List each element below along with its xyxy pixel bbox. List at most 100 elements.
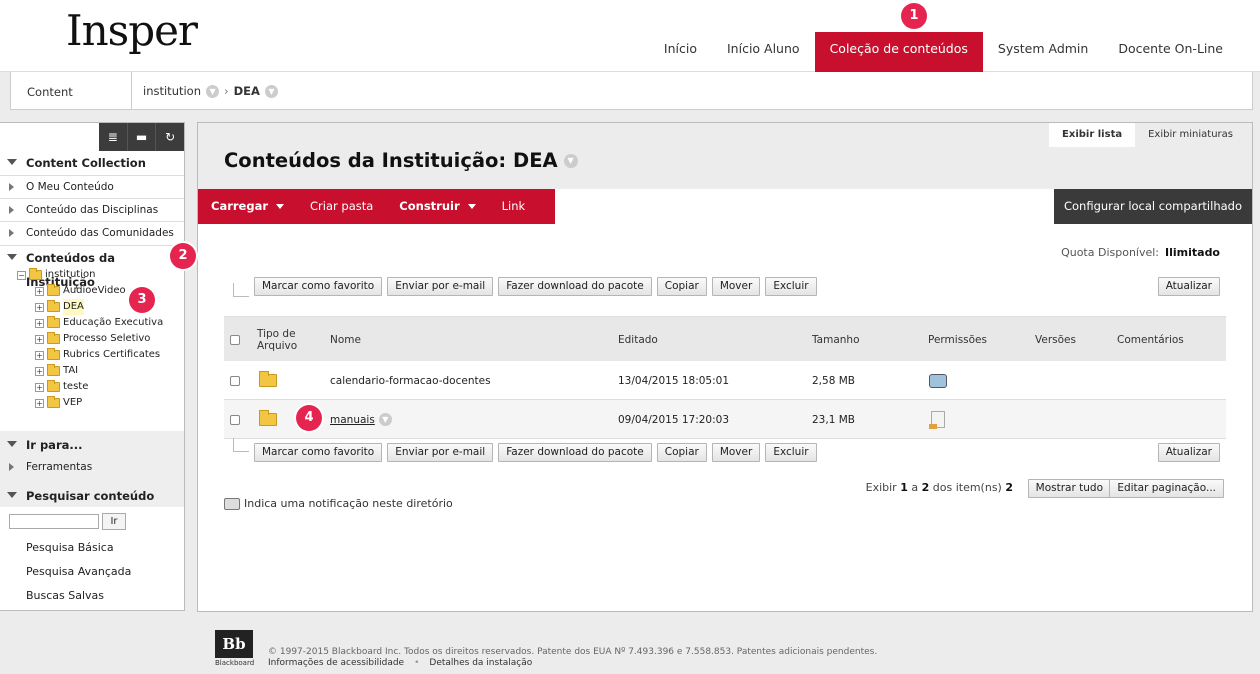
tab-inicio[interactable]: Início: [649, 32, 712, 72]
tab-inicio-aluno[interactable]: Início Aluno: [712, 32, 815, 72]
copy-button[interactable]: Copiar: [656, 277, 707, 296]
folder-icon: [47, 316, 60, 328]
expand-box-icon[interactable]: +: [35, 302, 44, 312]
link-pesquisa-basica[interactable]: Pesquisa Básica: [26, 541, 114, 554]
folder-icon: [47, 284, 60, 296]
search-go-button[interactable]: Ir: [102, 513, 126, 530]
expand-box-icon[interactable]: +: [35, 382, 44, 392]
criar-pasta-button[interactable]: Criar pasta: [297, 189, 386, 224]
expand-box-icon[interactable]: +: [35, 366, 44, 376]
permissions-icon[interactable]: [929, 373, 947, 388]
col-versoes[interactable]: Versões: [1035, 317, 1076, 362]
tab-exibir-miniaturas[interactable]: Exibir miniaturas: [1135, 123, 1246, 147]
table-header: Tipo de Arquivo Nome Editado Tamanho Per…: [224, 316, 1226, 361]
row-checkbox[interactable]: [230, 375, 240, 386]
refresh-button[interactable]: Atualizar: [1157, 443, 1220, 462]
col-tipo[interactable]: Tipo de Arquivo: [257, 317, 317, 362]
table-row: calendario-formacao-docentes 13/04/2015 …: [224, 361, 1226, 400]
quota-info: Quota Disponível: Ilimitado: [1061, 246, 1220, 259]
collapse-box-icon[interactable]: −: [17, 270, 26, 280]
carregar-menu[interactable]: Carregar: [198, 189, 297, 224]
favorite-button[interactable]: Marcar como favorito: [254, 277, 383, 296]
copyright-text: © 1997-2015 Blackboard Inc. Todos os dir…: [268, 647, 878, 657]
insper-logo[interactable]: Insper: [66, 6, 198, 55]
expand-box-icon[interactable]: +: [35, 398, 44, 408]
email-button[interactable]: Enviar por e-mail: [387, 443, 494, 462]
tree-label: Processo Seletivo: [63, 333, 151, 344]
edit-paging-button[interactable]: Editar paginação...: [1109, 479, 1224, 498]
nav-item-meu-conteudo[interactable]: O Meu Conteúdo: [0, 175, 184, 198]
section-ir-para[interactable]: Ir para...: [0, 433, 184, 457]
installation-details-link[interactable]: Detalhes da instalação: [429, 658, 532, 668]
accessibility-link[interactable]: Informações de acessibilidade: [268, 658, 404, 668]
section-instituicao[interactable]: Conteúdos da Instituição: [0, 245, 184, 289]
tree-item-audioevideo[interactable]: + AudioeVideo: [35, 283, 126, 299]
row-checkbox[interactable]: [230, 414, 240, 425]
configurar-compartilhado-button[interactable]: Configurar local compartilhado: [1054, 189, 1252, 224]
section-content-collection[interactable]: Content Collection: [0, 151, 184, 175]
nav-item-comunidades[interactable]: Conteúdo das Comunidades: [0, 221, 184, 244]
search-input[interactable]: [9, 514, 99, 529]
email-button[interactable]: Enviar por e-mail: [387, 277, 494, 296]
tab-colecao-conteudos[interactable]: Coleção de conteúdos: [814, 32, 983, 72]
col-nome[interactable]: Nome: [330, 317, 361, 362]
footer: Bb Blackboard © 1997-2015 Blackboard Inc…: [0, 616, 1260, 674]
refresh-icon[interactable]: ↻: [155, 123, 184, 151]
breadcrumb-root[interactable]: Content Collection: [11, 72, 132, 139]
refresh-button[interactable]: Atualizar: [1157, 277, 1220, 296]
tab-docente-online[interactable]: Docente On-Line: [1103, 32, 1238, 72]
tree-label: teste: [63, 381, 89, 392]
delete-button[interactable]: Excluir: [765, 277, 817, 296]
delete-button[interactable]: Excluir: [765, 443, 817, 462]
show-all-button[interactable]: Mostrar tudo: [1027, 479, 1111, 498]
construir-menu[interactable]: Construir: [386, 189, 488, 224]
tree-item-rubrics[interactable]: + Rubrics Certificates: [35, 347, 160, 363]
row-name[interactable]: calendario-formacao-docentes: [330, 361, 491, 400]
folder-icon: [47, 364, 60, 376]
paging-text: Exibir: [865, 481, 897, 494]
expand-box-icon[interactable]: +: [35, 334, 44, 344]
list-view-icon[interactable]: ≣: [99, 123, 127, 151]
col-tamanho[interactable]: Tamanho: [812, 317, 860, 362]
tab-exibir-lista[interactable]: Exibir lista: [1049, 123, 1136, 147]
tree-item-educacao-executiva[interactable]: + Educação Executiva: [35, 315, 163, 331]
permissions-icon[interactable]: [929, 411, 945, 429]
chevron-down-icon[interactable]: ▼: [206, 84, 220, 98]
select-all-checkbox[interactable]: [230, 317, 240, 362]
nav-item-disciplinas[interactable]: Conteúdo das Disciplinas: [0, 198, 184, 221]
copy-button[interactable]: Copiar: [656, 443, 707, 462]
chevron-down-icon[interactable]: ▼: [563, 153, 578, 168]
download-button[interactable]: Fazer download do pacote: [498, 443, 652, 462]
nav-item-ferramentas[interactable]: Ferramentas: [0, 456, 184, 479]
tree-item-dea[interactable]: + DEA: [35, 299, 84, 315]
col-editado[interactable]: Editado: [618, 317, 658, 362]
tree-item-tai[interactable]: + TAI: [35, 363, 78, 379]
expand-box-icon[interactable]: +: [35, 350, 44, 360]
link-button[interactable]: Link: [489, 189, 539, 224]
chevron-down-icon[interactable]: ▼: [378, 413, 392, 426]
blackboard-logo: Bb: [215, 630, 253, 658]
expand-box-icon[interactable]: +: [35, 286, 44, 296]
row-size: 23,1 MB: [812, 413, 855, 426]
move-button[interactable]: Mover: [711, 443, 761, 462]
link-pesquisa-avancada[interactable]: Pesquisa Avançada: [26, 565, 131, 578]
col-comentarios[interactable]: Comentários: [1117, 317, 1184, 362]
tab-system-admin[interactable]: System Admin: [983, 32, 1103, 72]
download-button[interactable]: Fazer download do pacote: [498, 277, 652, 296]
tree-item-institution[interactable]: − institution: [17, 267, 95, 283]
col-permissoes[interactable]: Permissões: [928, 317, 987, 362]
move-button[interactable]: Mover: [711, 277, 761, 296]
tree-item-vep[interactable]: + VEP: [35, 395, 82, 411]
tree-item-teste[interactable]: + teste: [35, 379, 88, 395]
folder-view-icon[interactable]: ▬: [126, 123, 156, 151]
chevron-down-icon[interactable]: ▼: [264, 84, 278, 98]
folder-icon: [47, 332, 60, 344]
breadcrumb-institution[interactable]: institution: [143, 84, 201, 98]
tree-item-processo-seletivo[interactable]: + Processo Seletivo: [35, 331, 150, 347]
section-pesquisar[interactable]: Pesquisar conteúdo: [0, 484, 184, 508]
row-name[interactable]: manuais: [330, 414, 375, 426]
checkbox[interactable]: [230, 334, 240, 345]
favorite-button[interactable]: Marcar como favorito: [254, 443, 383, 462]
link-buscas-salvas[interactable]: Buscas Salvas: [26, 589, 104, 602]
expand-box-icon[interactable]: +: [35, 318, 44, 328]
